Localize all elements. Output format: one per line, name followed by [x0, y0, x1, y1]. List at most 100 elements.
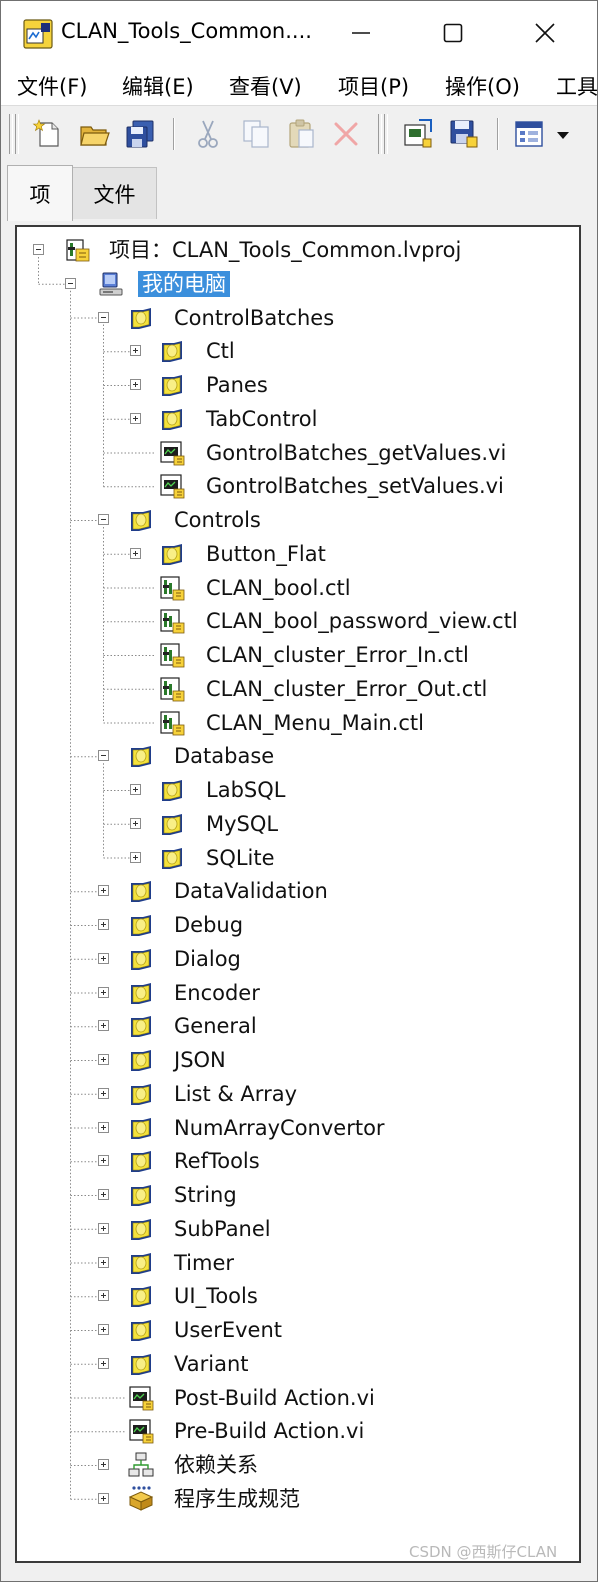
maximize-button[interactable]: [407, 1, 499, 65]
expand-toggle-icon[interactable]: [130, 851, 141, 863]
tree-row-ctl[interactable]: CLAN_cluster_Error_Out.ctl: [17, 672, 579, 706]
close-icon: [535, 23, 555, 43]
tree-row-folder[interactable]: JSON: [17, 1043, 579, 1077]
tree-row-folder[interactable]: ControlBatches: [17, 301, 579, 335]
tree-row-folder[interactable]: General: [17, 1009, 579, 1043]
menu-tools[interactable]: 工具: [556, 71, 597, 101]
save-project-icon[interactable]: [447, 117, 481, 151]
expand-toggle-icon[interactable]: [98, 1492, 109, 1504]
tree-row-ctl[interactable]: CLAN_cluster_Error_In.ctl: [17, 638, 579, 672]
control-file-icon: [158, 709, 186, 737]
expand-toggle-icon[interactable]: [98, 1189, 109, 1200]
dropdown-arrow-icon[interactable]: [553, 117, 573, 151]
title-bar[interactable]: CLAN_Tools_Common....: [1, 1, 597, 65]
expand-toggle-icon[interactable]: [130, 379, 141, 390]
tree-row-folder[interactable]: String: [17, 1178, 579, 1212]
tree-row-folder[interactable]: Button_Flat: [17, 537, 579, 571]
toolbar-grip[interactable]: [378, 114, 382, 154]
tab-files[interactable]: 文件: [73, 167, 157, 219]
expand-toggle-icon[interactable]: [98, 986, 109, 998]
expand-toggle-icon[interactable]: [130, 817, 141, 829]
tree-row-ctl[interactable]: CLAN_Menu_Main.ctl: [17, 706, 579, 740]
tree-row-folder[interactable]: TabControl: [17, 402, 579, 436]
menu-operate[interactable]: 操作(O): [445, 71, 520, 101]
tree-row-build-spec[interactable]: 程序生成规范: [17, 1482, 579, 1516]
delete-icon[interactable]: [329, 117, 363, 151]
expand-toggle-icon[interactable]: [130, 784, 141, 795]
tree-row-folder[interactable]: SubPanel: [17, 1212, 579, 1246]
tree-row-folder[interactable]: Encoder: [17, 976, 579, 1010]
expand-toggle-icon[interactable]: [98, 919, 109, 930]
expand-toggle-icon[interactable]: [98, 952, 109, 964]
vi-file-icon: [158, 472, 186, 500]
new-icon[interactable]: [31, 117, 65, 151]
save-all-icon[interactable]: [123, 117, 157, 151]
expand-toggle-icon[interactable]: [130, 547, 141, 559]
tree-row-folder[interactable]: Variant: [17, 1347, 579, 1381]
tree-row-folder[interactable]: Debug: [17, 908, 579, 942]
tree-row-folder[interactable]: Database: [17, 739, 579, 773]
menu-project[interactable]: 项目(P): [338, 71, 409, 101]
toolbar-grip[interactable]: [15, 114, 19, 154]
tree-row-folder[interactable]: RefTools: [17, 1144, 579, 1178]
tree-row-folder[interactable]: Timer: [17, 1246, 579, 1280]
close-button[interactable]: [499, 1, 591, 65]
tree-row-folder[interactable]: Controls: [17, 503, 579, 537]
tree-row-ctl[interactable]: CLAN_bool.ctl: [17, 571, 579, 605]
toolbar-grip[interactable]: [384, 114, 388, 154]
expand-toggle-icon[interactable]: [98, 1121, 109, 1133]
tree-row-vi[interactable]: GontrolBatches_getValues.vi: [17, 436, 579, 470]
copy-icon[interactable]: [239, 117, 273, 151]
cut-icon[interactable]: [191, 117, 225, 151]
tree-row-vi[interactable]: Pre-Build Action.vi: [17, 1414, 579, 1448]
collapse-toggle-icon[interactable]: [65, 277, 76, 289]
tree-row-folder[interactable]: DataValidation: [17, 874, 579, 908]
tree-row-dependencies[interactable]: 依赖关系: [17, 1448, 579, 1482]
tree-row-folder[interactable]: UI_Tools: [17, 1279, 579, 1313]
expand-toggle-icon[interactable]: [130, 345, 141, 357]
view-options-icon[interactable]: [513, 117, 547, 151]
tree-row-folder[interactable]: Ctl: [17, 334, 579, 368]
expand-toggle-icon[interactable]: [98, 1324, 109, 1335]
tree-row-folder[interactable]: MySQL: [17, 807, 579, 841]
tree-row-folder[interactable]: NumArrayConvertor: [17, 1111, 579, 1145]
collapse-toggle-icon[interactable]: [98, 750, 109, 762]
expand-toggle-icon[interactable]: [98, 1155, 109, 1167]
expand-toggle-icon[interactable]: [98, 1222, 109, 1234]
tree-row-computer[interactable]: 我的电脑: [17, 267, 579, 301]
tree-row-folder[interactable]: UserEvent: [17, 1313, 579, 1347]
tree-row-folder[interactable]: Panes: [17, 368, 579, 402]
tree-row-ctl[interactable]: CLAN_bool_password_view.ctl: [17, 604, 579, 638]
tree-row-folder[interactable]: SQLite: [17, 841, 579, 875]
collapse-toggle-icon[interactable]: [33, 244, 44, 255]
open-folder-icon[interactable]: [78, 117, 112, 151]
tree-row-folder[interactable]: Dialog: [17, 942, 579, 976]
tree-row-folder[interactable]: List & Array: [17, 1077, 579, 1111]
menu-view[interactable]: 查看(V): [229, 71, 302, 101]
expand-toggle-icon[interactable]: [98, 1357, 109, 1369]
expand-toggle-icon[interactable]: [98, 1020, 109, 1032]
expand-toggle-icon[interactable]: [98, 1087, 109, 1099]
collapse-toggle-icon[interactable]: [98, 311, 109, 323]
collapse-toggle-icon[interactable]: [98, 514, 109, 525]
tab-items[interactable]: 项: [7, 165, 73, 221]
project-tree[interactable]: 项目：CLAN_Tools_Common.lvproj 我的电脑 ControlBa…: [15, 225, 581, 1563]
tree-row-project[interactable]: 项目：CLAN_Tools_Common.lvproj: [17, 233, 579, 267]
expand-toggle-icon[interactable]: [98, 885, 109, 897]
toolbar-grip[interactable]: [9, 114, 13, 154]
tree-row-vi[interactable]: GontrolBatches_setValues.vi: [17, 469, 579, 503]
expand-toggle-icon[interactable]: [130, 412, 141, 424]
tree-item-label: RefTools: [174, 1149, 260, 1174]
menu-file[interactable]: 文件(F): [17, 71, 87, 101]
menu-edit[interactable]: 编辑(E): [122, 71, 194, 101]
project-vi-icon[interactable]: [401, 117, 435, 151]
paste-icon[interactable]: [285, 117, 319, 151]
tree-row-vi[interactable]: Post-Build Action.vi: [17, 1381, 579, 1415]
expand-toggle-icon[interactable]: [98, 1054, 109, 1065]
minimize-button[interactable]: [315, 1, 407, 65]
tree-item-label: CLAN_cluster_Error_Out.ctl: [206, 676, 488, 701]
expand-toggle-icon[interactable]: [98, 1459, 109, 1470]
tree-row-folder[interactable]: LabSQL: [17, 773, 579, 807]
expand-toggle-icon[interactable]: [98, 1290, 109, 1302]
expand-toggle-icon[interactable]: [98, 1256, 109, 1268]
